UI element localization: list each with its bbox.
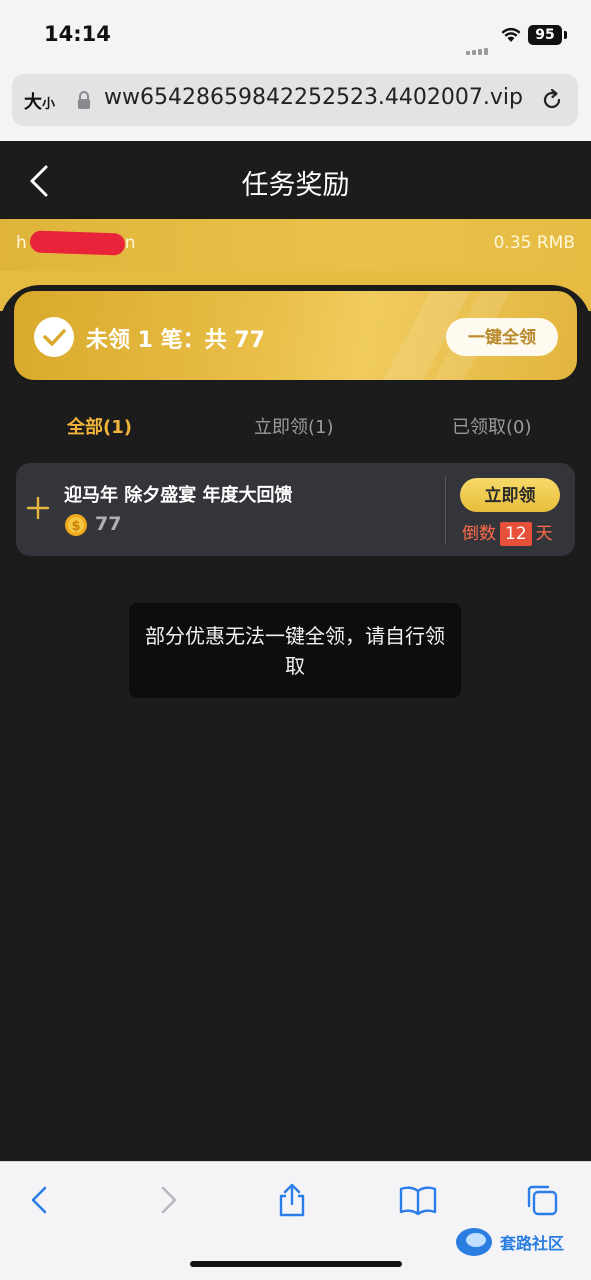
lock-icon <box>78 91 90 109</box>
cellular-signal-icon <box>466 36 492 55</box>
text-size-label-large: 大 <box>24 92 42 113</box>
watermark-text: 套路社区 <box>500 1234 565 1253</box>
countdown-suffix: 天 <box>535 524 553 544</box>
share-icon[interactable] <box>274 1182 310 1218</box>
reward-list-item: 迎马年 除夕盛宴 年度大回馈 $ 77 立即领 倒数 12 天 <box>16 463 575 556</box>
battery-indicator: 95 <box>528 25 562 45</box>
reload-icon[interactable] <box>538 86 566 114</box>
coin-icon: $ <box>65 514 87 536</box>
forward-icon[interactable] <box>150 1182 186 1218</box>
tabs-icon[interactable] <box>524 1182 560 1218</box>
plus-icon[interactable] <box>26 496 50 520</box>
reward-amount: 77 <box>95 513 122 535</box>
countdown-days: 12 <box>500 522 532 546</box>
countdown-prefix: 倒数 <box>462 524 496 544</box>
tab-claimable[interactable]: 立即领(1) <box>254 413 334 439</box>
account-name-prefix: h <box>16 233 27 253</box>
status-time: 14:14 <box>44 22 111 46</box>
svg-text:$: $ <box>71 519 80 534</box>
claim-now-button[interactable]: 立即领 <box>460 478 560 512</box>
countdown: 倒数 12 天 <box>462 519 553 546</box>
bookmarks-icon[interactable] <box>398 1182 438 1218</box>
address-bar[interactable]: 大小 ww6542865984225​2523.4402007.vip <box>12 74 578 126</box>
browser-chrome: 14:14 95 大小 ww6542865984225​2523.4402007… <box>0 0 591 141</box>
unclaimed-summary: 未领 1 笔：共 77 <box>86 328 265 353</box>
page-title: 任务奖励 <box>241 170 350 201</box>
text-size-button[interactable]: 大小 <box>24 88 55 114</box>
claim-all-button[interactable]: 一键全领 <box>446 318 558 356</box>
app-header: 任务奖励 <box>0 141 591 219</box>
claim-summary-card: 未领 1 笔：共 77 一键全领 <box>12 289 579 382</box>
check-icon <box>34 317 74 357</box>
battery-tip <box>564 31 567 39</box>
redaction-mark <box>29 230 126 256</box>
reward-title: 迎马年 除夕盛宴 年度大回馈 <box>64 485 293 506</box>
text-size-label-small: 小 <box>42 97 56 112</box>
account-balance: 0.35 RMB <box>493 233 575 253</box>
home-indicator <box>190 1261 402 1267</box>
tab-claimed[interactable]: 已领取(0) <box>452 413 532 439</box>
account-name-suffix: n <box>124 233 136 253</box>
tab-all[interactable]: 全部(1) <box>67 413 132 439</box>
toast-message: 部分优惠无法一键全领，请自行领取 <box>129 603 461 698</box>
url-text[interactable]: ww6542865984225​2523.4402007.vip <box>104 85 534 110</box>
back-icon[interactable] <box>22 1182 58 1218</box>
divider <box>445 476 446 544</box>
wifi-icon <box>501 27 521 42</box>
